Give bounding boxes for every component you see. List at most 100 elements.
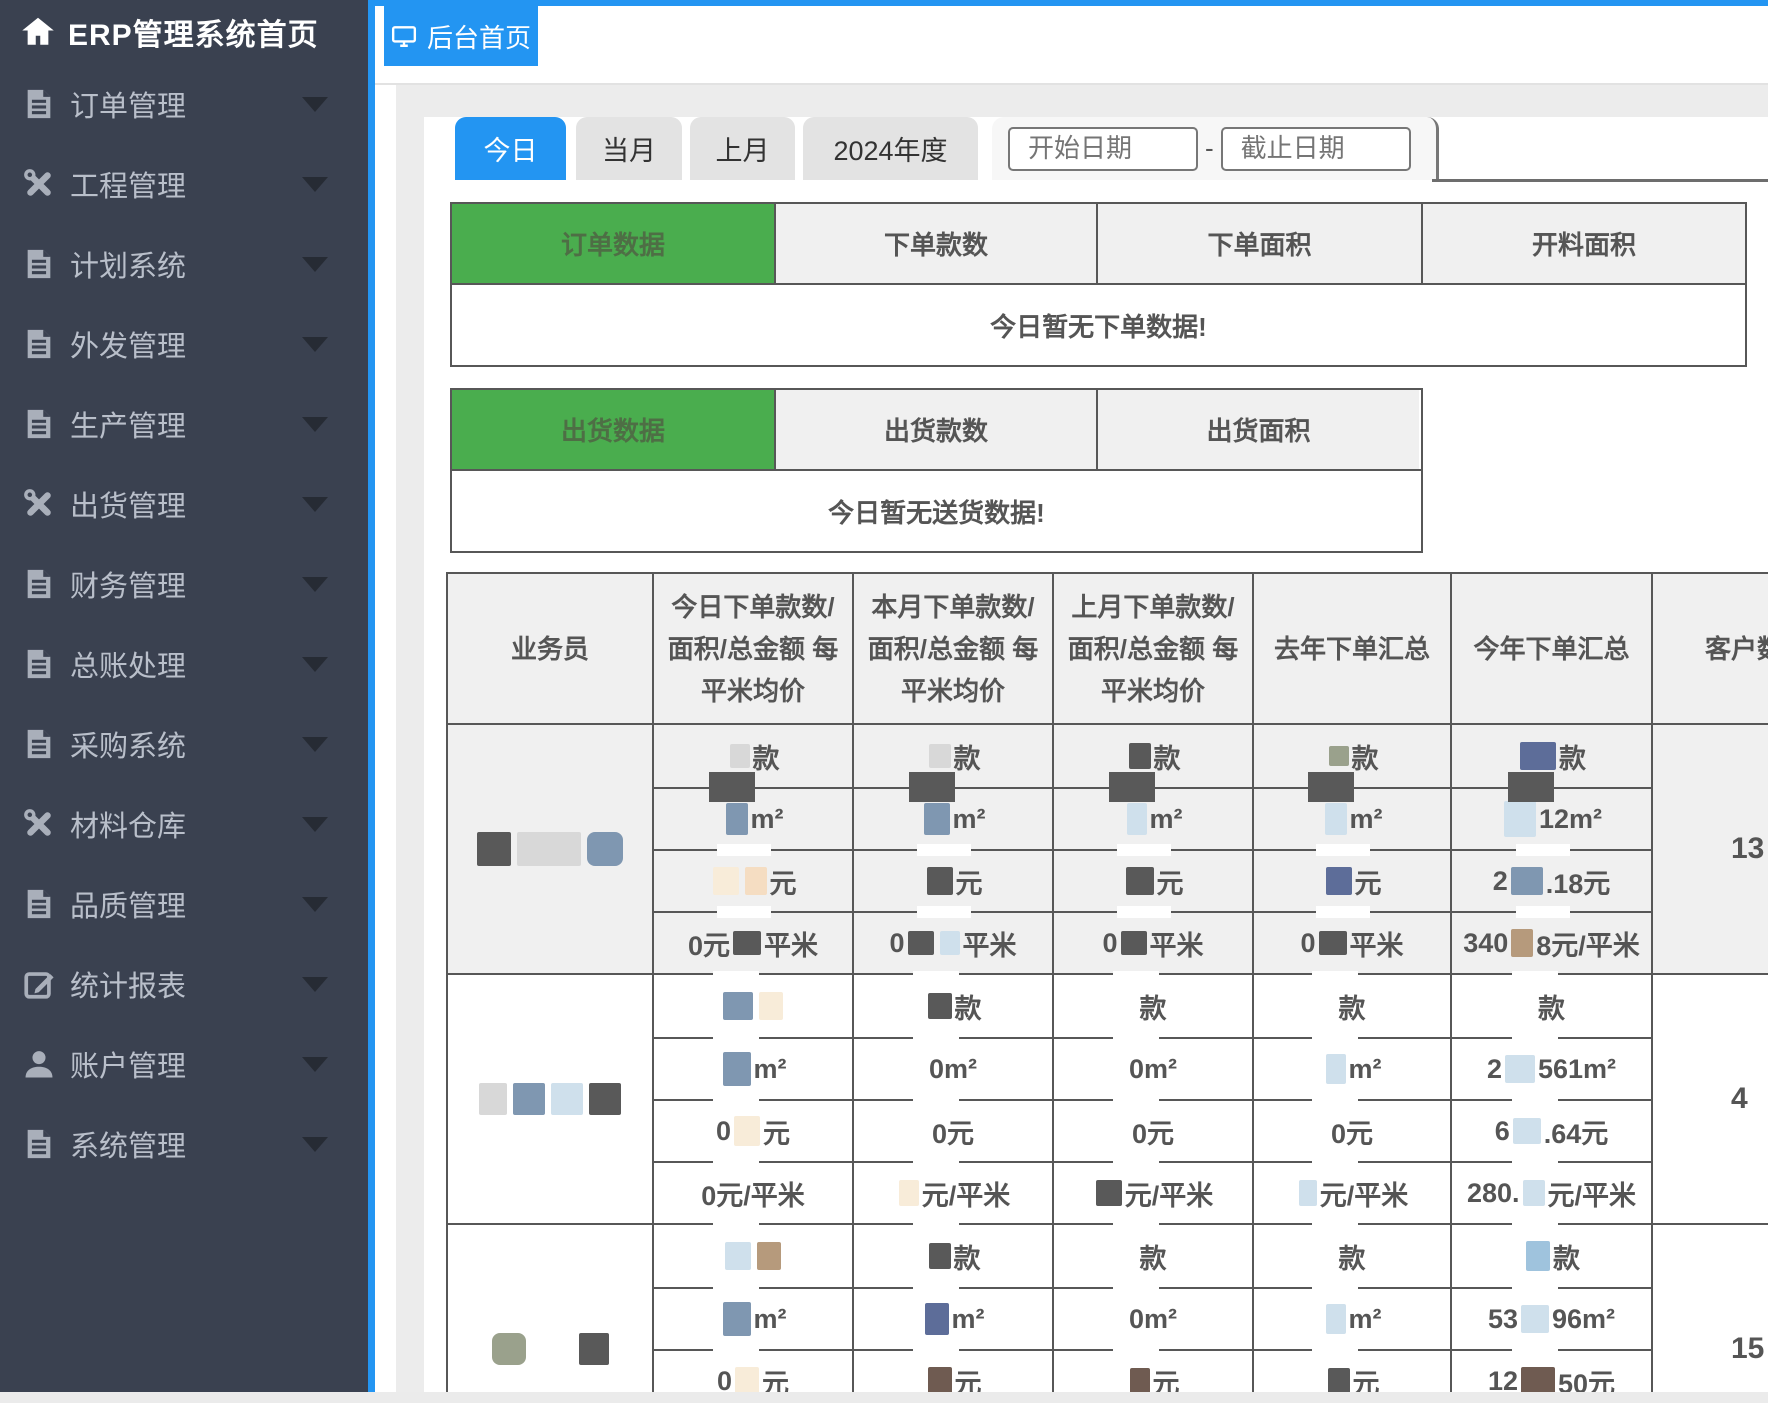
summary-tab-3[interactable]: 下单面积 [1098, 204, 1423, 283]
cell-text: 0元 [1331, 1112, 1373, 1151]
shipment-summary-tabs: 出货数据出货款数出货面积 [452, 390, 1421, 471]
cell-text: 96m² [1552, 1304, 1615, 1335]
cell-text: 款 [1352, 737, 1379, 776]
summary-tab-1[interactable]: 订单数据 [452, 204, 776, 283]
cell-text: 0 [889, 928, 904, 959]
divider-gap [1516, 844, 1570, 856]
cell-text: 0元 [1132, 1112, 1174, 1151]
sidebar-item-label: 统计报表 [70, 963, 186, 1005]
filter-tab-2[interactable]: 当月 [576, 117, 682, 180]
home-icon [20, 14, 56, 50]
filter-tab-4[interactable]: 2024年度 [803, 117, 978, 180]
sidebar-item-7[interactable]: 财务管理 [0, 544, 368, 624]
cell-text: 元 [770, 862, 797, 901]
sidebar-item-label: 材料仓库 [70, 803, 186, 845]
redaction-block [1308, 772, 1354, 802]
data-subrow: m² [1254, 787, 1450, 849]
chevron-down-icon [302, 897, 328, 912]
salesperson-name-redacted [448, 975, 654, 1223]
sidebar-item-2[interactable]: 工程管理 [0, 144, 368, 224]
sidebar-item-12[interactable]: 统计报表 [0, 944, 368, 1024]
order-empty-message: 今日暂无下单数据! [452, 285, 1745, 365]
table-header-col-2: 今日下单款数/面积/总金额 每平米均价 [654, 574, 854, 723]
redaction-block [1513, 1118, 1541, 1144]
redaction-block [927, 867, 953, 895]
redaction-block [579, 1333, 609, 1365]
sidebar-item-label: 品质管理 [70, 883, 186, 925]
sidebar-item-label: 采购系统 [70, 723, 186, 765]
redaction-block [1329, 746, 1349, 766]
sidebar-item-10[interactable]: 材料仓库 [0, 784, 368, 864]
summary-tab-3[interactable]: 出货面积 [1098, 390, 1419, 469]
customer-count: 4 [1653, 975, 1768, 1223]
sidebar-item-14[interactable]: 系统管理 [0, 1104, 368, 1184]
sidebar-item-8[interactable]: 总账处理 [0, 624, 368, 704]
summary-tab-2[interactable]: 下单款数 [776, 204, 1098, 283]
redaction-block [1127, 803, 1147, 835]
data-cell: 款0m²元元/平米 [1054, 1225, 1254, 1403]
table-header-col-5: 去年下单汇总 [1254, 574, 1452, 723]
cell-text: 561m² [1538, 1054, 1616, 1085]
redaction-block [1326, 1054, 1346, 1084]
data-cell: 款12m²2.18元3408元/平米 [1452, 725, 1653, 973]
sidebar-item-3[interactable]: 计划系统 [0, 224, 368, 304]
redaction-block [929, 744, 951, 768]
sidebar-item-label: 账户管理 [70, 1043, 186, 1085]
summary-tab-1[interactable]: 出货数据 [452, 390, 776, 469]
sidebar-item-6[interactable]: 出货管理 [0, 464, 368, 544]
table-header-col-1: 业务员 [448, 574, 654, 723]
sidebar-item-1[interactable]: 订单管理 [0, 64, 368, 144]
sidebar-home-link[interactable]: ERP管理系统首页 [0, 0, 368, 64]
sidebar-item-label: 外发管理 [70, 323, 186, 365]
file-icon [22, 1127, 56, 1161]
cell-text: m² [1150, 804, 1183, 835]
sidebar-item-5[interactable]: 生产管理 [0, 384, 368, 464]
cell-text: .64元 [1544, 1112, 1609, 1151]
sidebar-item-13[interactable]: 账户管理 [0, 1024, 368, 1104]
sidebar-item-9[interactable]: 采购系统 [0, 704, 368, 784]
data-subrow: m² [1054, 787, 1252, 849]
cell-text: 款 [1140, 1237, 1167, 1276]
sidebar-item-4[interactable]: 外发管理 [0, 304, 368, 384]
data-cell: 款m²元元/平米 [854, 1225, 1054, 1403]
summary-tab-4[interactable]: 开料面积 [1423, 204, 1745, 283]
cell-text: 元/平米 [1125, 1174, 1214, 1213]
filter-tab-3[interactable]: 上月 [690, 117, 795, 180]
cell-text: m² [1350, 804, 1383, 835]
divider-gap [1316, 906, 1370, 918]
end-date-input[interactable] [1221, 127, 1411, 171]
date-separator: - [1205, 133, 1214, 164]
summary-tab-2[interactable]: 出货款数 [776, 390, 1098, 469]
redaction-block [759, 992, 783, 1020]
redaction-block [587, 832, 623, 866]
data-cell: 款m²元0平米 [1254, 725, 1452, 973]
cell-text: 0元 [688, 924, 730, 963]
cell-text: 280. [1467, 1178, 1520, 1209]
tab-backend-home[interactable]: 后台首页 [384, 6, 538, 66]
chevron-down-icon [302, 577, 328, 592]
start-date-input[interactable] [1008, 127, 1198, 171]
cell-text: 2 [1487, 1054, 1502, 1085]
table-header-col-6: 今年下单汇总 [1452, 574, 1653, 723]
tabs-bottom-line [1432, 179, 1768, 182]
cell-text: 0 [716, 1116, 731, 1147]
horizontal-scrollbar[interactable] [0, 1392, 1768, 1403]
cell-text: 0m² [1129, 1054, 1177, 1085]
data-cell: 款m²元0平米 [1054, 725, 1254, 973]
redaction-block [723, 992, 753, 1020]
redaction-block [1526, 1241, 1550, 1271]
sidebar-item-label: 生产管理 [70, 403, 186, 445]
cell-text: m² [751, 804, 784, 835]
filter-tab-1[interactable]: 今日 [455, 117, 566, 180]
cell-text: 平米 [1350, 924, 1404, 963]
salesperson-name-redacted [448, 725, 654, 973]
cell-text: 款 [1339, 1237, 1366, 1276]
chevron-down-icon [302, 817, 328, 832]
redaction-block [1326, 1304, 1346, 1334]
cell-text: 款 [1140, 987, 1167, 1026]
table-row-2: m²0元0元/平米款0m²0元元/平米款0m²0元元/平米款m²0元元/平米款2… [448, 973, 1768, 1223]
data-cell: 款2561m²6.64元280.元/平米 [1452, 975, 1653, 1223]
redaction-block [730, 744, 750, 768]
sidebar-menu: 订单管理工程管理计划系统外发管理生产管理出货管理财务管理总账处理采购系统材料仓库… [0, 64, 368, 1184]
sidebar-item-11[interactable]: 品质管理 [0, 864, 368, 944]
